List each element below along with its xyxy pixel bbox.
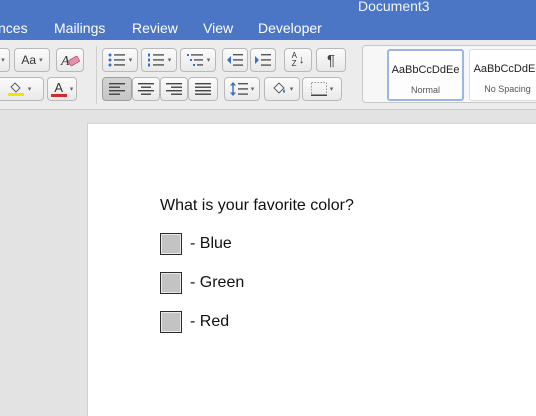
multilevel-list-button[interactable]: ▾	[180, 48, 216, 72]
chevron-down-icon: ▾	[206, 57, 211, 64]
line-spacing-icon	[229, 82, 248, 96]
decrease-indent-icon	[227, 54, 243, 66]
font-color-button[interactable]: A ▾	[47, 77, 77, 101]
chevron-down-icon: ▾	[27, 86, 32, 93]
checkbox-red[interactable]	[160, 311, 182, 333]
document-page[interactable]: What is your favorite color? - Blue - Gr…	[87, 123, 536, 416]
numbering-button[interactable]: ▾	[141, 48, 177, 72]
style-normal[interactable]: AaBbCcDdEe Normal	[387, 49, 464, 101]
increase-indent-button[interactable]	[250, 48, 276, 72]
bullets-button[interactable]: ▾	[102, 48, 138, 72]
show-formatting-button[interactable]: ¶	[316, 48, 346, 72]
style-name: Normal	[410, 85, 440, 95]
paint-bucket-icon	[273, 82, 285, 94]
change-case-icon: Aa	[21, 53, 37, 67]
highlight-color-swatch	[7, 93, 24, 96]
clear-formatting-button[interactable]: A	[56, 48, 84, 72]
chevron-down-icon: ▾	[69, 86, 74, 93]
highlighter-icon	[7, 82, 24, 96]
style-sample: AaBbCcDdEe	[473, 63, 536, 75]
chevron-down-icon: ▾	[39, 57, 43, 64]
shading-button[interactable]: ▾	[264, 77, 300, 101]
tab-developer[interactable]: Developer	[258, 18, 322, 38]
numbered-list-icon	[147, 53, 164, 67]
tab-review[interactable]: Review	[132, 18, 178, 38]
align-center-icon	[138, 83, 154, 95]
borders-icon	[310, 82, 327, 96]
question-text: What is your favorite color?	[160, 197, 354, 214]
justify-icon	[195, 83, 211, 95]
align-left-icon	[109, 83, 125, 95]
tab-view[interactable]: View	[203, 18, 233, 38]
option-label: - Blue	[190, 235, 232, 252]
tab-mailings[interactable]: Mailings	[54, 18, 105, 38]
font-color-swatch	[50, 93, 67, 97]
highlight-button[interactable]: ▾	[0, 77, 44, 101]
increase-indent-icon	[255, 54, 271, 66]
arrow-down-icon: ↓	[298, 54, 305, 66]
option-label: - Red	[190, 313, 230, 330]
align-right-button[interactable]	[160, 77, 188, 101]
sort-button[interactable]: A Z ↓	[284, 48, 312, 72]
window-title: Document3	[358, 0, 430, 14]
align-right-icon	[166, 83, 182, 95]
chevron-down-icon: ▾	[329, 86, 334, 93]
style-no-spacing[interactable]: AaBbCcDdEe No Spacing	[469, 49, 536, 101]
style-name: No Spacing	[484, 84, 531, 94]
clipped-font-button[interactable]: ▾	[0, 48, 10, 72]
style-sample: AaBbCcDdEe	[391, 64, 460, 76]
document-canvas: What is your favorite color? - Blue - Gr…	[0, 111, 536, 416]
sort-icon: A Z	[291, 51, 297, 68]
multilevel-list-icon	[186, 54, 203, 66]
align-left-button[interactable]	[102, 77, 132, 101]
option-label: - Green	[190, 274, 245, 291]
borders-button[interactable]: ▾	[302, 77, 342, 101]
change-case-button[interactable]: Aa ▾	[14, 48, 50, 72]
align-center-button[interactable]	[132, 77, 160, 101]
option-red: - Red	[160, 310, 229, 334]
eraser-icon: A	[60, 54, 80, 68]
bullet-list-icon	[108, 53, 125, 67]
styles-gallery: AaBbCcDdEe Normal AaBbCcDdEe No Spacing	[362, 45, 536, 103]
justify-button[interactable]	[188, 77, 218, 101]
ribbon: ▾ Aa ▾ A ▾ ▾ ▾ A Z ↓ ¶ ▾ A ▾ ▾ ▾ ▾ AaBbC…	[0, 40, 536, 110]
chevron-down-icon: ▾	[128, 57, 133, 64]
pilcrow-icon: ¶	[326, 51, 336, 69]
chevron-down-icon: ▾	[167, 57, 172, 64]
option-blue: - Blue	[160, 232, 232, 256]
checkbox-blue[interactable]	[160, 233, 182, 255]
option-green: - Green	[160, 271, 244, 295]
title-bar: Document3 nces Mailings Review View Deve…	[0, 0, 536, 40]
decrease-indent-button[interactable]	[222, 48, 248, 72]
chevron-down-icon: ▾	[289, 86, 294, 93]
chevron-down-icon: ▾	[250, 86, 255, 93]
font-color-icon: A	[50, 81, 67, 97]
line-spacing-button[interactable]: ▾	[224, 77, 260, 101]
checkbox-green[interactable]	[160, 272, 182, 294]
tab-references[interactable]: nces	[0, 18, 28, 38]
